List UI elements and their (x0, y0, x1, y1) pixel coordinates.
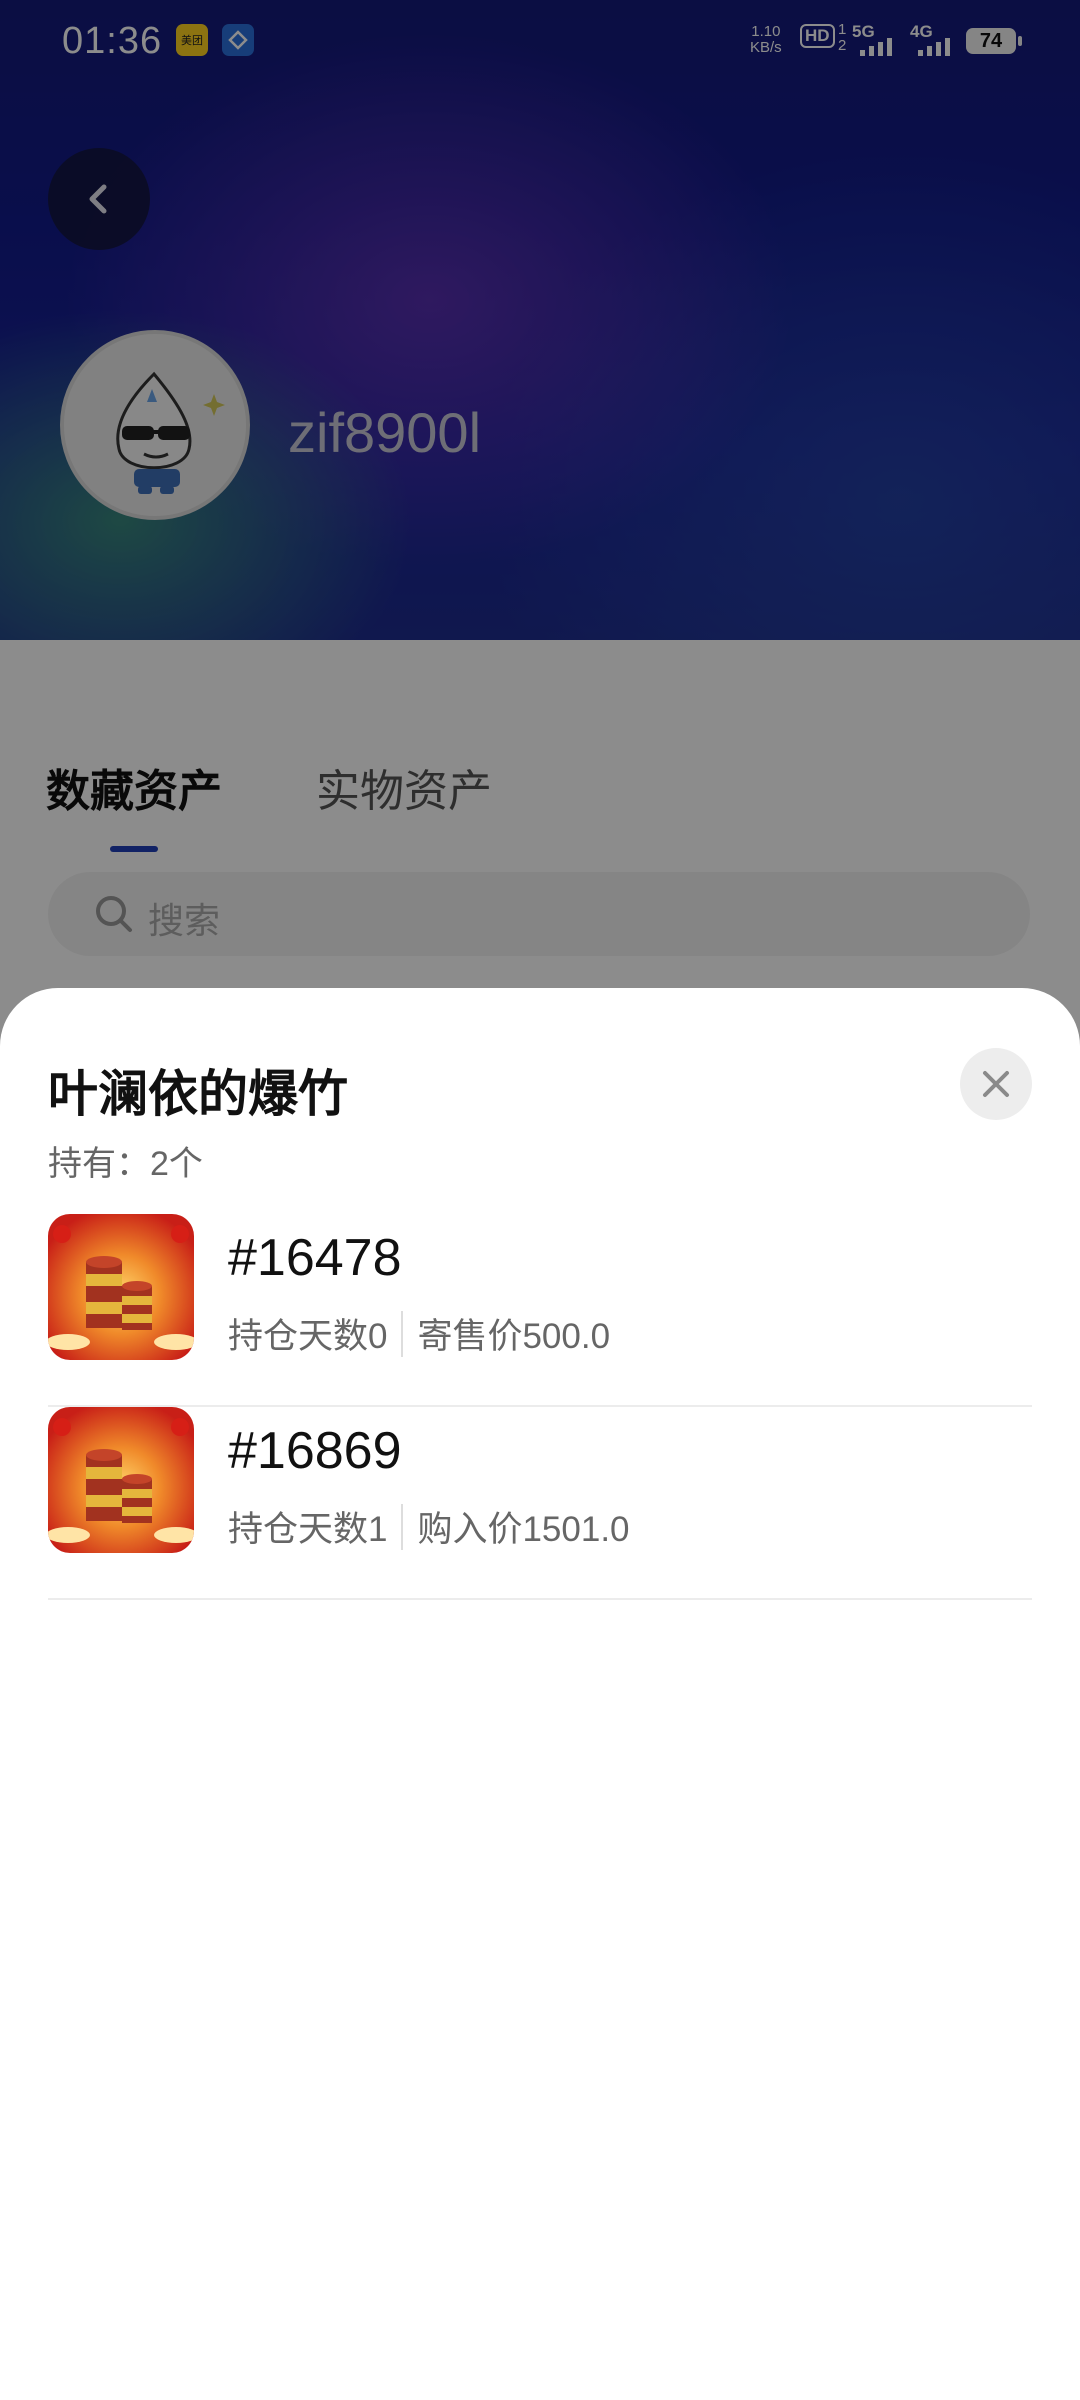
firecracker-thumbnail (48, 1214, 194, 1360)
close-icon (983, 1071, 1009, 1097)
item-serial: #16869 (228, 1422, 402, 1480)
holding-count: 持有：2个 (48, 1145, 203, 1183)
divider (401, 1310, 404, 1357)
item-price: 寄售价500.0 (417, 1317, 611, 1356)
holding-days: 持仓天数0 (228, 1317, 388, 1356)
holding-days: 持仓天数1 (228, 1510, 388, 1549)
list-item[interactable]: #16478 持仓天数0 寄售价500.0 (48, 1214, 1032, 1407)
firecracker-thumbnail (48, 1407, 194, 1553)
item-meta: 持仓天数1 购入价1501.0 (228, 1501, 630, 1552)
holdings-bottom-sheet: 叶澜依的爆竹 持有：2个 #16478 持仓天数0 寄售价500.0 #1686… (0, 988, 1080, 2400)
item-serial: #16478 (228, 1229, 402, 1287)
item-price: 购入价1501.0 (417, 1510, 630, 1549)
divider (401, 1503, 404, 1550)
close-button[interactable] (960, 1048, 1032, 1120)
list-item[interactable]: #16869 持仓天数1 购入价1501.0 (48, 1407, 1032, 1600)
sheet-title: 叶澜依的爆竹 (48, 1066, 348, 1122)
item-meta: 持仓天数0 寄售价500.0 (228, 1308, 610, 1359)
